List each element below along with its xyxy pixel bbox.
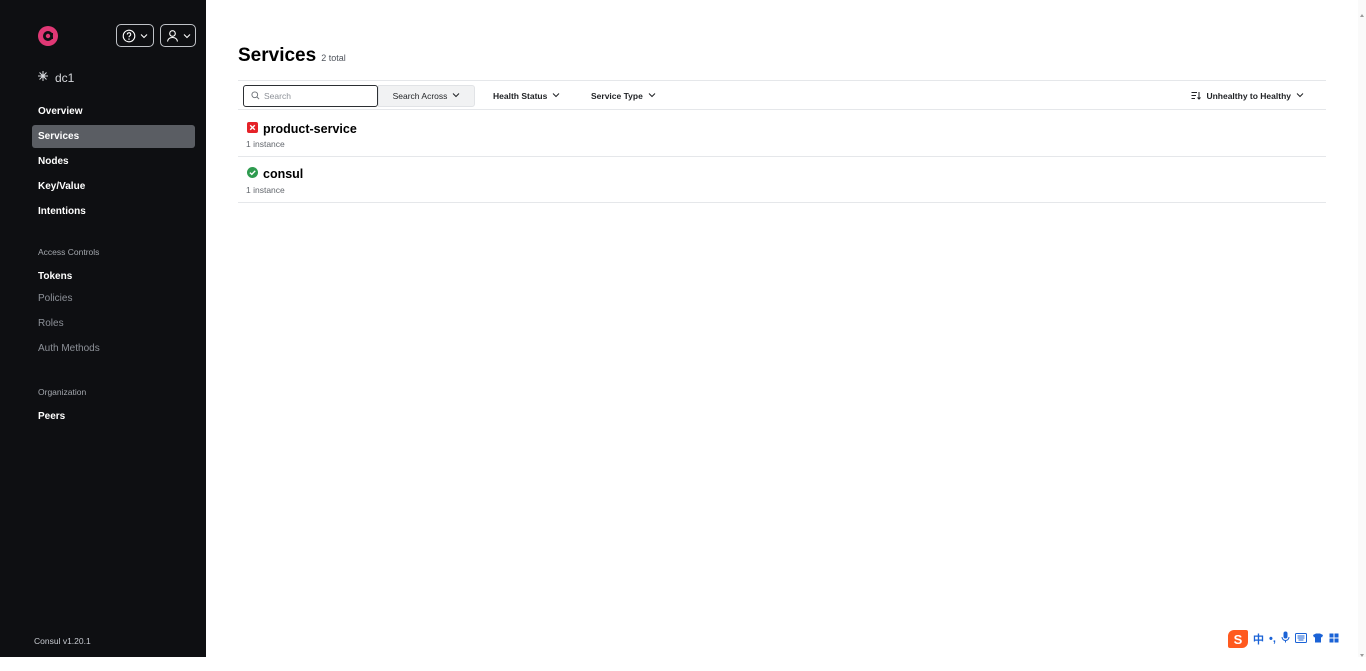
sidebar-item-intentions[interactable]: Intentions bbox=[32, 200, 195, 223]
search-input[interactable] bbox=[264, 91, 364, 101]
sidebar-item-nodes[interactable]: Nodes bbox=[32, 150, 195, 173]
organization-heading: Organization bbox=[38, 387, 87, 397]
sidebar-item-policies[interactable]: Policies bbox=[32, 287, 195, 310]
datacenter-label: dc1 bbox=[55, 70, 75, 85]
sidebar-item-key-value[interactable]: Key/Value bbox=[32, 175, 195, 198]
sidebar-item-services[interactable]: Services bbox=[32, 125, 195, 148]
check-circle-icon bbox=[247, 165, 258, 183]
service-name-line: consul bbox=[247, 165, 303, 183]
total-count: 2 total bbox=[321, 53, 346, 63]
sidebar: dc1 Overview Services Nodes Key/Value In… bbox=[0, 0, 206, 657]
search-across-label: Search Across bbox=[392, 91, 448, 101]
chevron-down-icon bbox=[140, 32, 148, 40]
consul-ui: dc1 Overview Services Nodes Key/Value In… bbox=[0, 0, 1366, 671]
search-field bbox=[243, 85, 378, 107]
microphone-icon[interactable] bbox=[1281, 630, 1290, 648]
x-square-icon bbox=[247, 120, 258, 138]
skin-icon[interactable] bbox=[1312, 630, 1324, 648]
sidebar-item-roles[interactable]: Roles bbox=[32, 312, 195, 335]
service-name-line: product-service bbox=[247, 120, 357, 138]
service-name[interactable]: consul bbox=[263, 167, 303, 181]
sidebar-header bbox=[36, 24, 196, 48]
ime-toolbar[interactable]: S 中 •, bbox=[1228, 630, 1339, 648]
chinese-mode-icon[interactable]: 中 bbox=[1253, 631, 1264, 647]
page-header: Services 2 total bbox=[238, 45, 346, 67]
consul-logo-icon[interactable] bbox=[36, 24, 60, 48]
chevron-down-icon bbox=[648, 91, 656, 101]
access-controls-heading: Access Controls bbox=[38, 247, 100, 257]
chevron-down-icon bbox=[552, 91, 560, 101]
service-type-filter[interactable]: Service Type bbox=[591, 85, 656, 107]
health-status-filter[interactable]: Health Status bbox=[493, 85, 560, 107]
keyboard-icon[interactable] bbox=[1294, 630, 1307, 648]
filter-toolbar: Search Across Health Status Service Type bbox=[238, 80, 1326, 110]
sort-icon bbox=[1191, 91, 1202, 102]
user-icon bbox=[166, 29, 179, 43]
sort-label: Unhealthy to Healthy bbox=[1206, 91, 1291, 101]
version-label: Consul v1.20.1 bbox=[34, 636, 91, 646]
chevron-down-icon bbox=[452, 91, 460, 101]
service-instance-count: 1 instance bbox=[246, 185, 285, 195]
datacenter-icon bbox=[37, 70, 49, 85]
service-name[interactable]: product-service bbox=[263, 122, 357, 136]
list-item[interactable]: product-service 1 instance bbox=[238, 110, 1326, 157]
list-item[interactable]: consul 1 instance bbox=[238, 157, 1326, 203]
sort-button[interactable]: Unhealthy to Healthy bbox=[1191, 85, 1304, 107]
sidebar-item-overview[interactable]: Overview bbox=[32, 100, 195, 123]
sidebar-item-peers[interactable]: Peers bbox=[32, 405, 195, 428]
search-across-button[interactable]: Search Across bbox=[378, 85, 475, 107]
bottom-strip bbox=[0, 657, 1366, 671]
health-status-label: Health Status bbox=[493, 91, 548, 101]
service-instance-count: 1 instance bbox=[246, 139, 285, 149]
sidebar-item-auth-methods[interactable]: Auth Methods bbox=[32, 337, 195, 360]
service-type-label: Service Type bbox=[591, 91, 643, 101]
sogou-logo-icon[interactable]: S bbox=[1228, 630, 1248, 648]
toolbox-icon[interactable] bbox=[1329, 630, 1339, 648]
scrollbar[interactable] bbox=[1358, 0, 1366, 671]
search-icon bbox=[251, 87, 260, 105]
punctuation-icon[interactable]: •, bbox=[1269, 633, 1276, 645]
help-menu-button[interactable] bbox=[116, 24, 154, 47]
datacenter-selector[interactable]: dc1 bbox=[37, 70, 74, 85]
sidebar-item-tokens[interactable]: Tokens bbox=[32, 265, 195, 288]
user-menu-button[interactable] bbox=[160, 24, 196, 47]
chevron-down-icon bbox=[1296, 91, 1304, 101]
scroll-up-icon[interactable] bbox=[1360, 14, 1364, 17]
page-title: Services bbox=[238, 45, 317, 66]
help-icon bbox=[122, 29, 136, 43]
chevron-down-icon bbox=[183, 32, 191, 40]
